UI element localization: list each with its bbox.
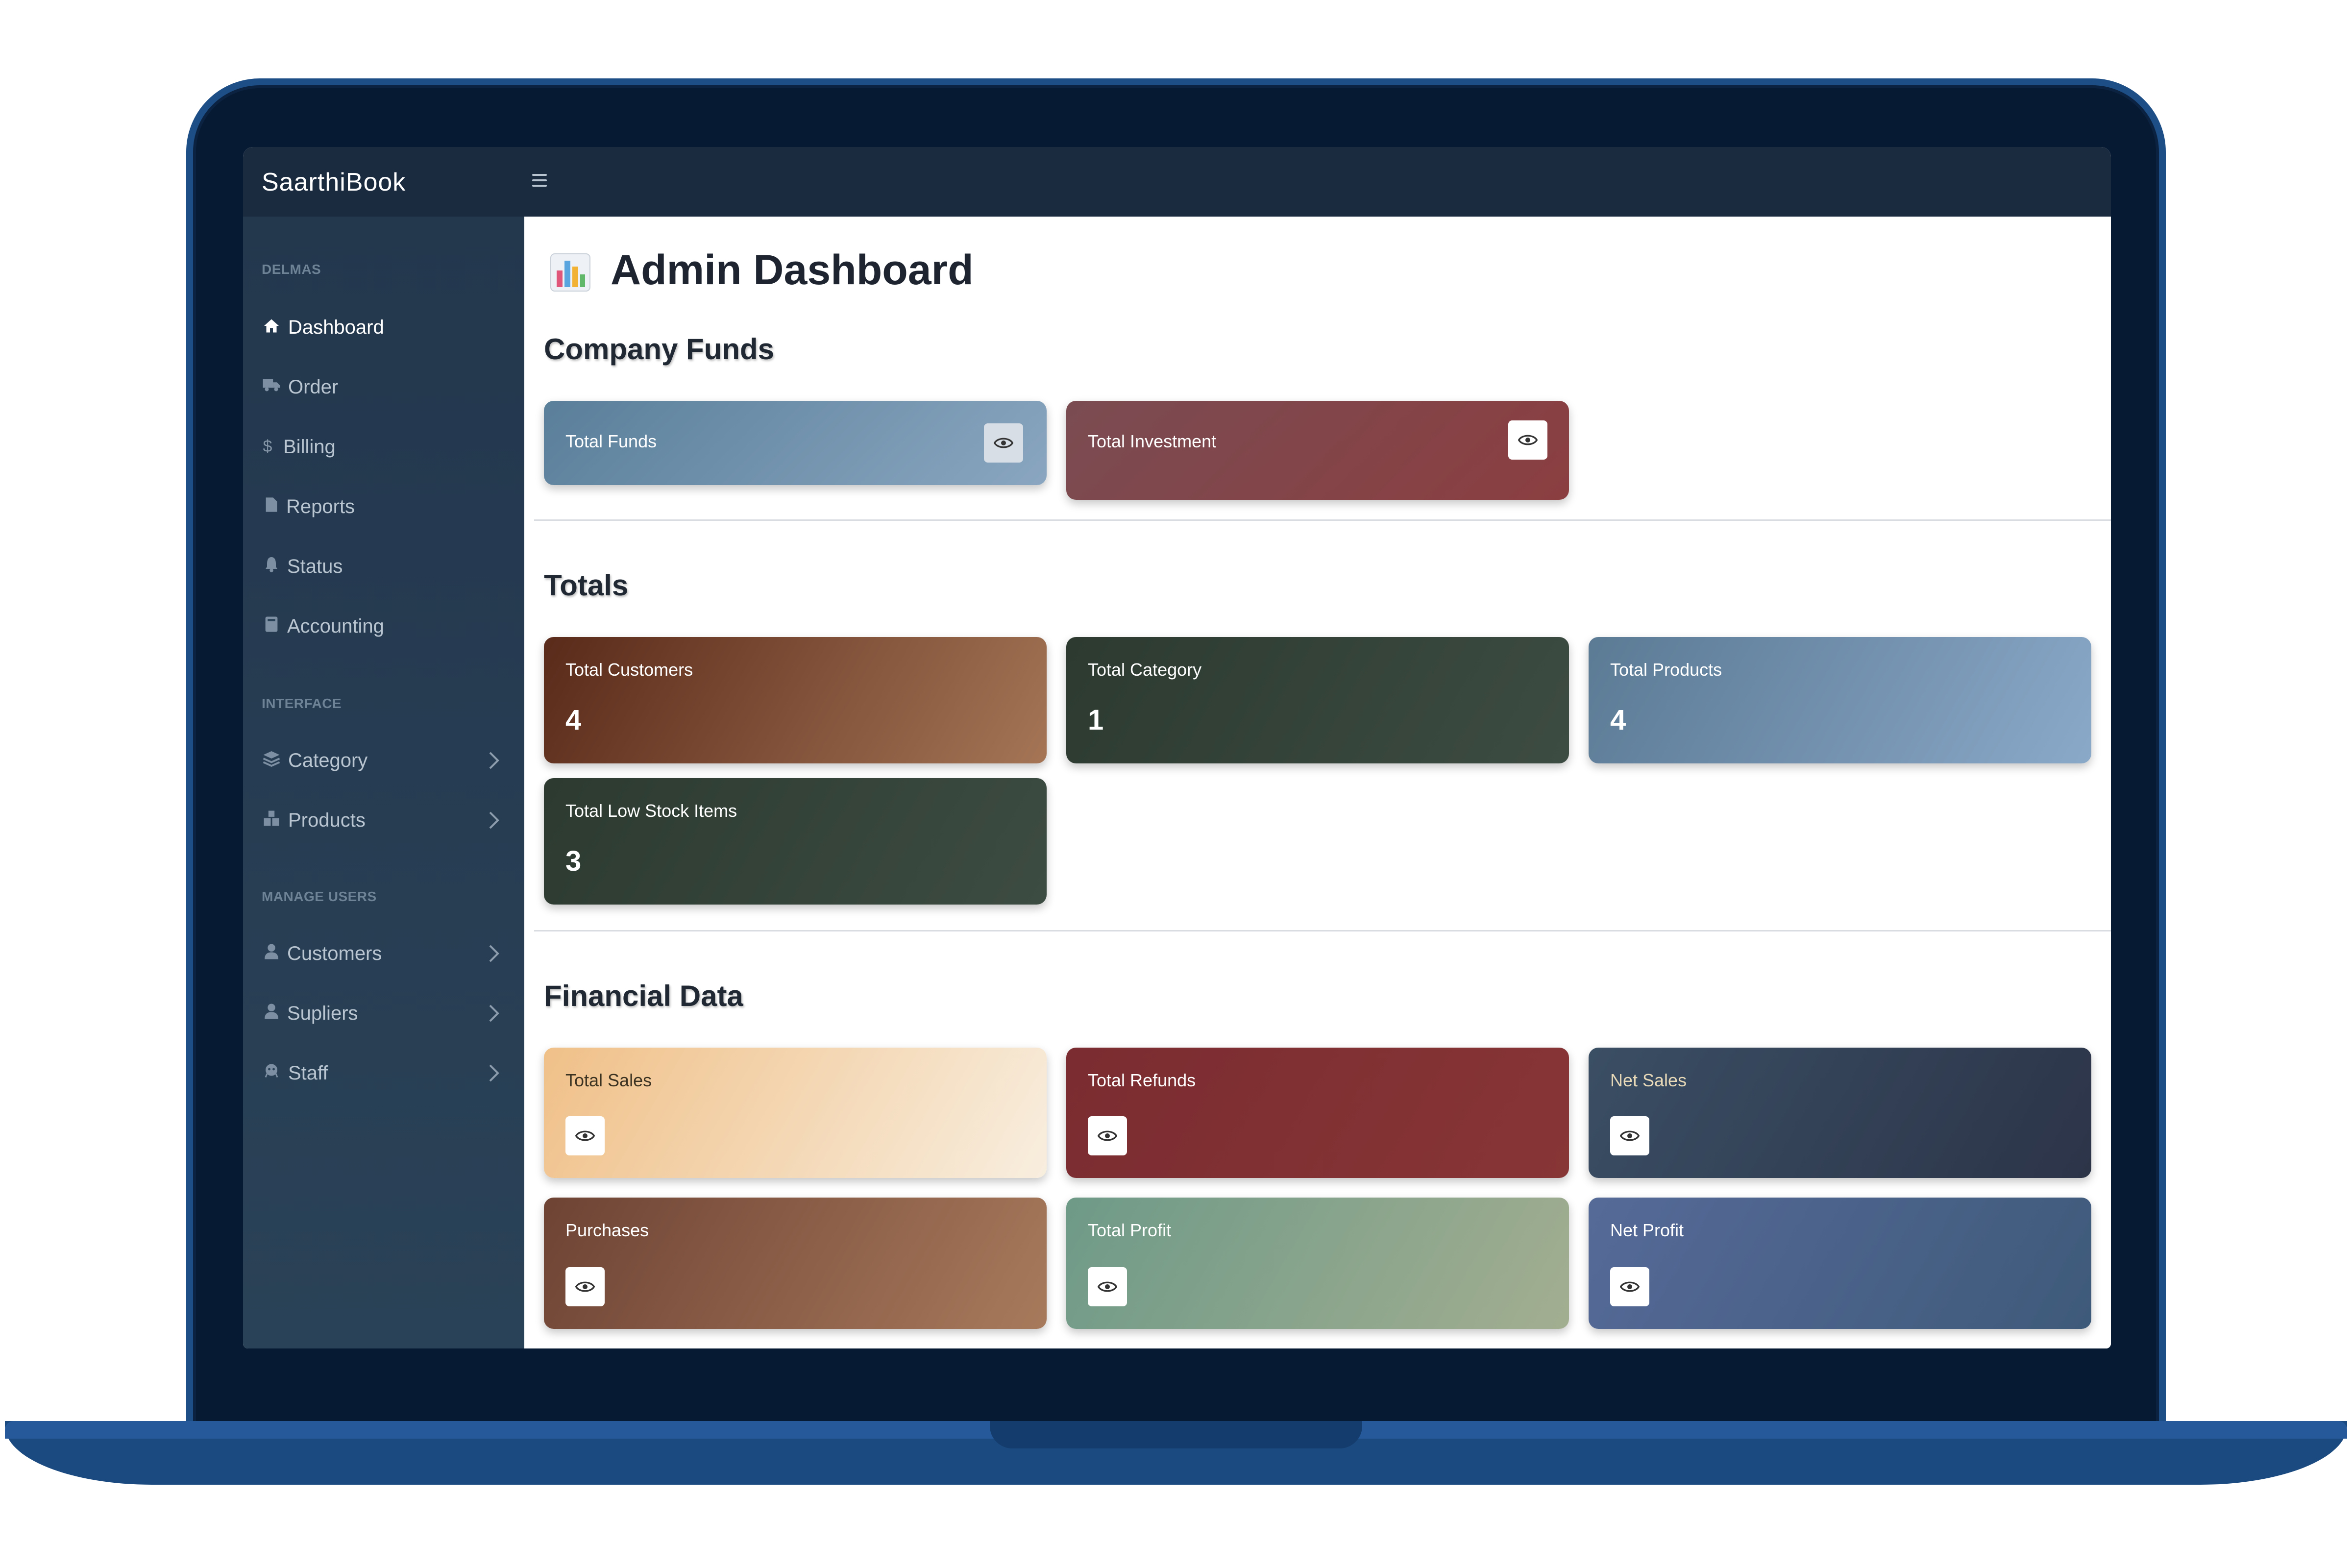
- file-icon: [262, 496, 281, 516]
- card-value: 4: [1610, 704, 1626, 736]
- chevron-right-icon: [488, 810, 503, 830]
- card-net-profit: Net Profit: [1589, 1198, 2091, 1329]
- home-icon: [262, 317, 281, 337]
- chevron-right-icon: [488, 1004, 503, 1023]
- sidebar-item-accounting[interactable]: Accounting: [243, 604, 524, 648]
- card-label: Total Products: [1610, 660, 1722, 680]
- sidebar: DELMAS Dashboard Order $ Billing Reports: [243, 217, 524, 1348]
- laptop-notch: [990, 1421, 1362, 1448]
- section-title-financial-data: Financial Data: [544, 980, 743, 1012]
- user-icon: [262, 1003, 281, 1023]
- card-label: Net Sales: [1610, 1070, 1687, 1090]
- eye-icon[interactable]: [1610, 1267, 1649, 1306]
- card-label: Total Profit: [1088, 1220, 1172, 1240]
- sidebar-item-label: Staff: [288, 1062, 328, 1084]
- bell-icon: [262, 556, 281, 576]
- sidebar-item-label: Status: [287, 556, 343, 577]
- sidebar-item-supliers[interactable]: Supliers: [243, 991, 524, 1035]
- card-total-funds: Total Funds: [544, 401, 1047, 485]
- layers-icon: [262, 750, 281, 770]
- sidebar-item-staff[interactable]: Staff: [243, 1051, 524, 1095]
- card-total-category: Total Category 1: [1066, 637, 1569, 763]
- sidebar-item-label: Category: [288, 750, 368, 771]
- divider: [534, 519, 2111, 521]
- card-total-low-stock-items: Total Low Stock Items 3: [544, 778, 1047, 905]
- section-title-totals: Totals: [544, 569, 629, 602]
- card-total-customers: Total Customers 4: [544, 637, 1047, 763]
- eye-icon[interactable]: [1088, 1267, 1127, 1306]
- card-label: Total Low Stock Items: [565, 801, 737, 821]
- card-value: 1: [1088, 704, 1104, 736]
- sidebar-item-label: Dashboard: [288, 317, 384, 338]
- card-total-products: Total Products 4: [1589, 637, 2091, 763]
- section-title-company-funds: Company Funds: [544, 333, 775, 366]
- card-value: 4: [565, 704, 582, 736]
- sidebar-item-status[interactable]: Status: [243, 544, 524, 588]
- sidebar-item-order[interactable]: Order: [243, 365, 524, 409]
- card-total-profit: Total Profit: [1066, 1198, 1569, 1329]
- eye-icon[interactable]: [1610, 1116, 1649, 1155]
- card-label: Total Customers: [565, 660, 693, 680]
- brand-logo[interactable]: SaarthiBook: [262, 168, 406, 197]
- eye-icon[interactable]: [1508, 420, 1547, 460]
- card-label: Total Funds: [565, 431, 657, 451]
- divider: [534, 930, 2111, 931]
- main-content: Admin Dashboard Company Funds Total Fund…: [524, 217, 2111, 1348]
- book-icon: [262, 616, 281, 636]
- sidebar-item-billing[interactable]: $ Billing: [243, 424, 524, 468]
- top-navbar: SaarthiBook: [243, 147, 2111, 217]
- card-value: 3: [565, 845, 582, 877]
- card-label: Purchases: [565, 1220, 649, 1240]
- card-net-sales: Net Sales: [1589, 1048, 2091, 1178]
- card-label: Total Refunds: [1088, 1070, 1196, 1090]
- boxes-icon: [262, 810, 281, 830]
- dollar-icon: $: [263, 437, 272, 456]
- user-icon: [262, 943, 281, 963]
- sidebar-item-label: Customers: [287, 943, 382, 964]
- card-label: Net Profit: [1610, 1220, 1684, 1240]
- card-label: Total Investment: [1088, 431, 1217, 451]
- page-title: Admin Dashboard: [611, 246, 974, 294]
- chevron-right-icon: [488, 1063, 503, 1083]
- card-label: Total Category: [1088, 660, 1202, 680]
- sidebar-heading-manage-users: MANAGE USERS: [262, 889, 377, 904]
- eye-icon[interactable]: [565, 1267, 605, 1306]
- sidebar-item-label: Accounting: [287, 615, 384, 637]
- sidebar-item-products[interactable]: Products: [243, 798, 524, 842]
- menu-toggle-icon[interactable]: [532, 171, 549, 190]
- sidebar-item-label: Products: [288, 809, 366, 831]
- sidebar-heading-delmas: DELMAS: [262, 262, 321, 277]
- card-total-refunds: Total Refunds: [1066, 1048, 1569, 1178]
- truck-icon: [262, 377, 281, 396]
- sidebar-item-reports[interactable]: Reports: [243, 484, 524, 528]
- card-total-investment: Total Investment: [1066, 401, 1569, 500]
- staff-icon: [262, 1063, 281, 1082]
- bar-chart-icon: [550, 253, 593, 292]
- card-purchases: Purchases: [544, 1198, 1047, 1329]
- sidebar-item-dashboard[interactable]: Dashboard: [243, 305, 524, 349]
- sidebar-heading-interface: INTERFACE: [262, 696, 342, 711]
- sidebar-item-label: Order: [288, 376, 339, 398]
- sidebar-item-label: Reports: [286, 496, 355, 517]
- sidebar-item-category[interactable]: Category: [243, 738, 524, 782]
- card-total-sales: Total Sales: [544, 1048, 1047, 1178]
- card-label: Total Sales: [565, 1070, 652, 1090]
- eye-icon[interactable]: [1088, 1116, 1127, 1155]
- sidebar-item-label: Supliers: [287, 1003, 358, 1024]
- sidebar-item-customers[interactable]: Customers: [243, 931, 524, 975]
- sidebar-item-label: Billing: [283, 436, 336, 458]
- chevron-right-icon: [488, 944, 503, 963]
- eye-icon[interactable]: [565, 1116, 605, 1155]
- eye-icon[interactable]: [984, 423, 1023, 463]
- chevron-right-icon: [488, 751, 503, 770]
- screen: SaarthiBook DELMAS Dashboard Order $ Bil…: [243, 147, 2111, 1348]
